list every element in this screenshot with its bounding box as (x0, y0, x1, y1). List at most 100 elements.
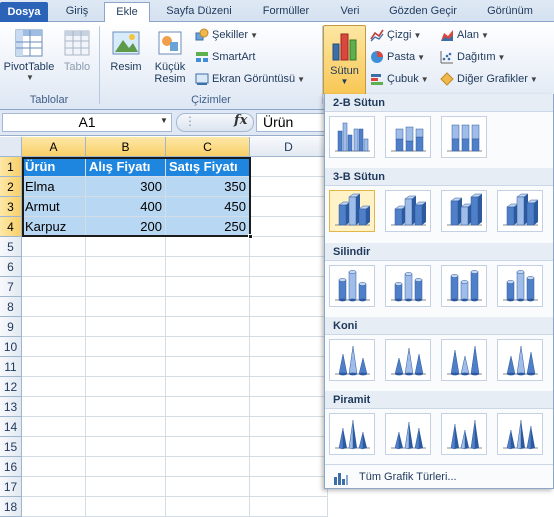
grid-cell[interactable] (250, 357, 328, 377)
grid-cell[interactable] (250, 317, 328, 337)
grid-cell[interactable] (86, 457, 166, 477)
grid-cell[interactable] (250, 337, 328, 357)
grid-cell[interactable] (250, 177, 328, 197)
insert-function-button[interactable]: fx (234, 113, 247, 128)
grid-cell[interactable] (166, 317, 250, 337)
column-header-b[interactable]: B (86, 137, 166, 157)
grid-cell[interactable] (250, 437, 328, 457)
tab-gozden-gecir[interactable]: Gözden Geçir (380, 3, 466, 22)
column-header-a[interactable]: A (22, 137, 86, 157)
table-cell[interactable]: Armut (22, 197, 86, 217)
column-header-d[interactable]: D (250, 137, 328, 157)
chart-type-cyl-2[interactable] (385, 265, 431, 307)
grid-cell[interactable] (250, 197, 328, 217)
chart-type-bar2d-1[interactable] (329, 116, 375, 158)
row-header-3[interactable]: 3 (0, 197, 22, 217)
chart-type-pyr-2[interactable] (385, 413, 431, 455)
grid-cell[interactable] (22, 397, 86, 417)
grid-cell[interactable] (22, 357, 86, 377)
row-header-12[interactable]: 12 (0, 377, 22, 397)
grid-cell[interactable] (166, 497, 250, 517)
grid-cell[interactable] (250, 237, 328, 257)
row-header-2[interactable]: 2 (0, 177, 22, 197)
grid-cell[interactable] (250, 417, 328, 437)
chart-type-pyr-3[interactable] (441, 413, 487, 455)
table-cell[interactable]: 450 (166, 197, 250, 217)
alan-button[interactable]: Alan ▼ (440, 26, 489, 44)
table-cell[interactable]: 250 (166, 217, 250, 237)
row-header-14[interactable]: 14 (0, 417, 22, 437)
table-header-cell[interactable]: Ürün (22, 157, 86, 177)
chart-type-bar2d-3[interactable] (441, 116, 487, 158)
all-chart-types-button[interactable]: Tüm Grafik Türleri... (325, 464, 553, 488)
dagitim-button[interactable]: Dağıtım ▼ (440, 48, 505, 66)
grid-cell[interactable] (166, 457, 250, 477)
tab-ekle[interactable]: Ekle (104, 2, 150, 23)
grid-cell[interactable] (86, 497, 166, 517)
chevron-down-icon[interactable]: ▼ (160, 116, 168, 125)
table-cell[interactable]: Elma (22, 177, 86, 197)
chart-type-bar3d-3[interactable] (441, 190, 487, 232)
diger-grafikler-button[interactable]: Diğer Grafikler ▼ (440, 70, 538, 88)
grid-cell[interactable] (22, 337, 86, 357)
grid-cell[interactable] (250, 257, 328, 277)
row-header-8[interactable]: 8 (0, 297, 22, 317)
tab-formuller[interactable]: Formüller (252, 3, 320, 22)
grid-cell[interactable] (166, 337, 250, 357)
grid-cell[interactable] (22, 437, 86, 457)
row-header-17[interactable]: 17 (0, 477, 22, 497)
grid-cell[interactable] (22, 277, 86, 297)
grid-cell[interactable] (22, 417, 86, 437)
grid-cell[interactable] (86, 237, 166, 257)
table-cell[interactable]: 400 (86, 197, 166, 217)
chart-type-cone-3[interactable] (441, 339, 487, 381)
pasta-button[interactable]: Pasta ▼ (370, 48, 425, 66)
chart-type-cone-4[interactable] (497, 339, 543, 381)
grid-cell[interactable] (86, 437, 166, 457)
grid-cell[interactable] (250, 477, 328, 497)
grid-cell[interactable] (250, 277, 328, 297)
row-header-9[interactable]: 9 (0, 317, 22, 337)
table-header-cell[interactable]: Alış Fiyatı (86, 157, 166, 177)
tablo-button[interactable]: Tablo (58, 28, 96, 73)
tab-giris[interactable]: Giriş (58, 3, 96, 22)
grid-cell[interactable] (22, 377, 86, 397)
resim-button[interactable]: Resim (106, 28, 146, 73)
grid-cell[interactable] (86, 357, 166, 377)
chart-type-cyl-1[interactable] (329, 265, 375, 307)
chart-type-pyr-1[interactable] (329, 413, 375, 455)
grid-cell[interactable] (250, 297, 328, 317)
chart-type-cyl-4[interactable] (497, 265, 543, 307)
table-cell[interactable]: 350 (166, 177, 250, 197)
chart-type-pyr-4[interactable] (497, 413, 543, 455)
chart-type-cone-2[interactable] (385, 339, 431, 381)
ekran-goruntusu-button[interactable]: Ekran Görüntüsü ▼ (195, 70, 305, 88)
grid-cell[interactable] (250, 457, 328, 477)
grid-cell[interactable] (22, 477, 86, 497)
tab-gorunum[interactable]: Görünüm (478, 3, 542, 22)
row-header-7[interactable]: 7 (0, 277, 22, 297)
expand-handle-icon[interactable]: ⋮ (184, 114, 196, 128)
formula-input[interactable]: Ürün (256, 113, 330, 132)
grid-cell[interactable] (166, 237, 250, 257)
grid-cell[interactable] (166, 277, 250, 297)
grid-cell[interactable] (86, 417, 166, 437)
smartart-button[interactable]: SmartArt (195, 48, 255, 66)
grid-cell[interactable] (22, 317, 86, 337)
grid-cell[interactable] (86, 257, 166, 277)
row-header-18[interactable]: 18 (0, 497, 22, 517)
grid-cell[interactable] (250, 217, 328, 237)
select-all-corner[interactable] (0, 137, 22, 157)
row-header-1[interactable]: 1 (0, 157, 22, 177)
grid-cell[interactable] (250, 157, 328, 177)
grid-cell[interactable] (250, 497, 328, 517)
column-header-c[interactable]: C (166, 137, 250, 157)
table-cell[interactable]: Karpuz (22, 217, 86, 237)
grid-cell[interactable] (86, 297, 166, 317)
fill-handle[interactable] (248, 234, 253, 239)
name-box[interactable]: A1 (2, 113, 172, 132)
grid-cell[interactable] (22, 457, 86, 477)
pivottable-button[interactable]: PivotTable ▼ (2, 28, 56, 82)
grid-cell[interactable] (166, 397, 250, 417)
row-header-11[interactable]: 11 (0, 357, 22, 377)
